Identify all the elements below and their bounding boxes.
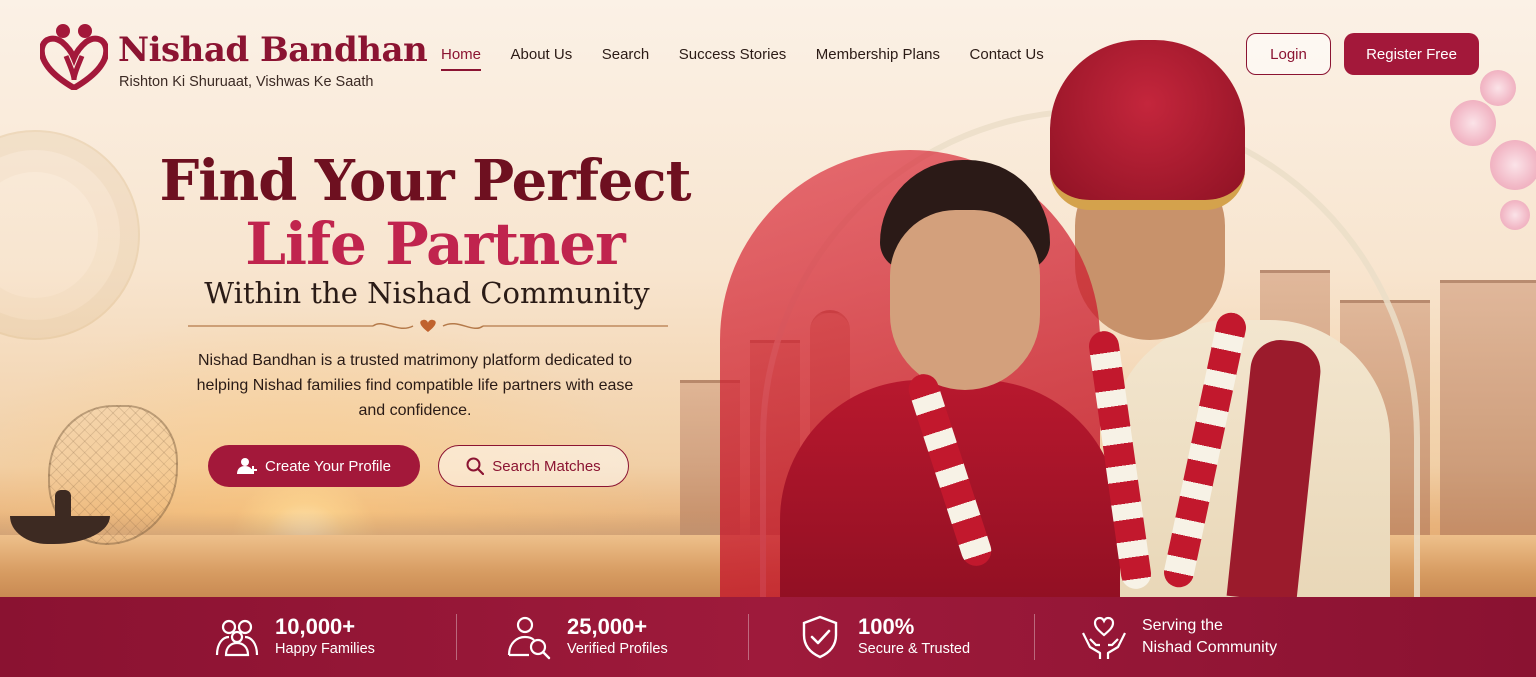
family-icon [215, 619, 259, 657]
add-user-icon [237, 458, 258, 474]
create-profile-label: Create Your Profile [265, 457, 391, 475]
nav-membership-plans[interactable]: Membership Plans [816, 46, 940, 63]
ornamental-divider [188, 319, 668, 332]
flower-decoration [1420, 70, 1536, 270]
stats-bar: 10,000+ Happy Families 25,000+ Verified … [0, 597, 1536, 677]
stat-label: Happy Families [275, 641, 375, 657]
register-free-button[interactable]: Register Free [1344, 33, 1479, 75]
fisherman [55, 490, 71, 520]
stat-verified-profiles: 25,000+ Verified Profiles [505, 597, 668, 677]
login-button[interactable]: Login [1246, 33, 1331, 75]
stat-divider [456, 614, 457, 660]
hero-title-line2: Life Partner [245, 210, 625, 278]
hero-description: Nishad Bandhan is a trusted matrimony pl… [196, 352, 634, 419]
create-profile-button[interactable]: Create Your Profile [208, 445, 420, 487]
hero-title-line1: Find Your Perfect [159, 148, 692, 214]
stat-divider [1034, 614, 1035, 660]
brand-tagline: Rishton Ki Shuruaat, Vishwas Ke Saath [119, 74, 374, 90]
stat-happy-families: 10,000+ Happy Families [213, 597, 375, 677]
nav-success-stories[interactable]: Success Stories [679, 46, 787, 63]
nav-search[interactable]: Search [602, 46, 650, 63]
search-matches-button[interactable]: Search Matches [438, 445, 629, 487]
nav-home[interactable]: Home [441, 46, 482, 71]
stat-label: Verified Profiles [567, 641, 668, 657]
search-icon [466, 457, 485, 475]
brand-name[interactable]: Nishad Bandhan [118, 30, 428, 70]
hero-subtitle: Within the Nishad Community [204, 276, 650, 310]
shield-check-icon [802, 615, 838, 659]
stat-divider [748, 614, 749, 660]
stat-value: 100% [858, 614, 915, 639]
bride-face [890, 210, 1040, 390]
groom-turban [1050, 40, 1245, 210]
stat-secure-trusted: 100% Secure & Trusted [796, 597, 970, 677]
search-matches-label: Search Matches [492, 457, 601, 475]
stat-label: Secure & Trusted [858, 641, 971, 657]
stat-line1: Serving the [1142, 617, 1223, 634]
nav-contact-us[interactable]: Contact Us [970, 46, 1044, 63]
couple-photo [720, 40, 1400, 597]
main-nav: Home About Us Search Success Stories Mem… [441, 46, 1073, 71]
verified-users-icon [507, 616, 551, 660]
stat-serving-community: Serving the Nishad Community [1080, 597, 1277, 677]
couple-heart-icon[interactable] [40, 22, 108, 90]
heart-hands-icon [1082, 616, 1126, 659]
stat-value: 25,000+ [567, 614, 648, 639]
nav-about-us[interactable]: About Us [511, 46, 573, 63]
stat-value: 10,000+ [275, 614, 356, 639]
stat-line2: Nishad Community [1142, 639, 1278, 656]
